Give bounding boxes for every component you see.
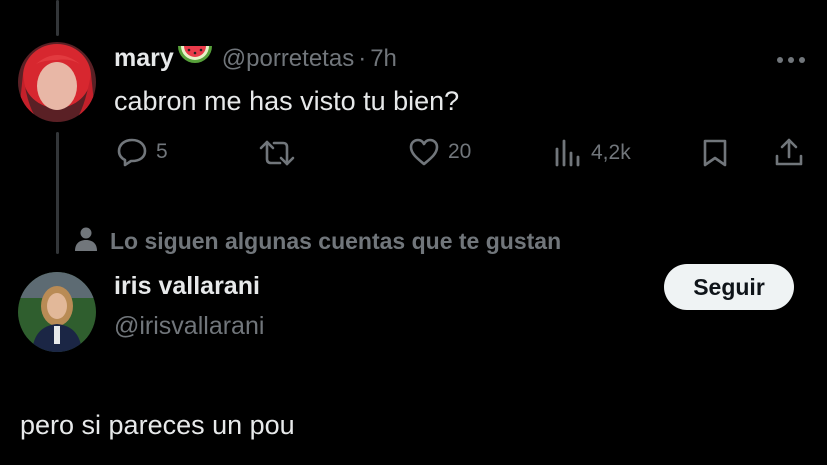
views-count: 4,2k <box>591 141 631 164</box>
reply-button[interactable]: 5 <box>116 137 168 167</box>
follow-button[interactable]: Seguir <box>664 264 794 310</box>
views-icon <box>553 139 583 167</box>
tweet-handle[interactable]: @porretetas <box>222 45 354 73</box>
social-context: Lo siguen algunas cuentas que te gustan <box>74 225 561 258</box>
suggested-user-handle[interactable]: @irisvallarani <box>114 312 264 341</box>
reply-text: pero si pareces un pou <box>20 410 295 440</box>
share-icon[interactable] <box>774 137 804 172</box>
person-icon <box>74 225 98 258</box>
like-count: 20 <box>448 140 472 163</box>
bookmark-icon[interactable] <box>702 138 728 173</box>
retweet-button[interactable] <box>258 139 304 167</box>
heart-icon <box>408 137 440 167</box>
reply-count: 5 <box>156 140 168 163</box>
views-button[interactable]: 4,2k <box>553 139 631 167</box>
tweet-text: cabron me has visto tu bien? <box>114 86 460 116</box>
suggested-user-name[interactable]: iris vallarani <box>114 272 260 301</box>
social-context-text: Lo siguen algunas cuentas que te gustan <box>110 228 562 254</box>
thread-line-top <box>56 0 59 36</box>
tweet-separator: · <box>358 44 367 72</box>
reply-icon <box>116 137 148 167</box>
avatar-mary[interactable] <box>18 42 96 122</box>
tweet-time[interactable]: 7h <box>370 45 397 73</box>
tweet-header: mary @porretetas · 7h <box>114 42 397 75</box>
avatar-iris[interactable] <box>18 272 96 352</box>
thread-line-middle <box>56 132 59 254</box>
like-button[interactable]: 20 <box>408 137 471 167</box>
retweet-icon <box>258 139 296 167</box>
tweet-author-name[interactable]: mary <box>114 44 174 73</box>
watermelon-icon <box>176 42 214 75</box>
more-options-icon[interactable] <box>776 52 806 70</box>
